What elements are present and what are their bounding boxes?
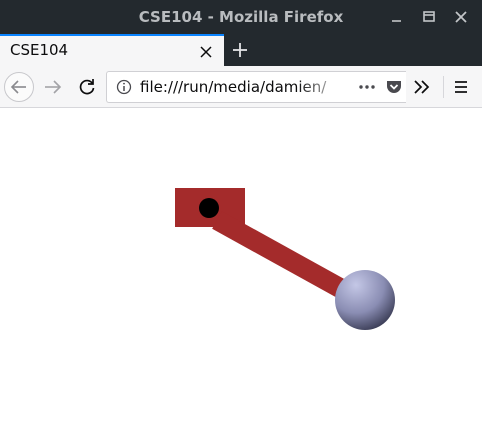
browser-window: CSE104 - Mozilla Firefox CSE104 file:///… (0, 0, 482, 445)
back-arrow-icon[interactable] (4, 72, 34, 102)
url-bar[interactable]: file:///run/media/damien/ (106, 71, 406, 103)
tab-close-icon[interactable] (199, 44, 213, 58)
overflow-icon[interactable] (412, 78, 432, 96)
tab-label: CSE104 (10, 41, 69, 59)
pocket-icon[interactable] (385, 78, 403, 96)
minimize-icon[interactable] (388, 8, 406, 26)
window-title: CSE104 - Mozilla Firefox (138, 8, 344, 26)
reload-icon[interactable] (72, 72, 102, 102)
url-fade (297, 72, 347, 102)
tab-strip: CSE104 (0, 34, 482, 66)
info-icon[interactable] (116, 79, 132, 95)
menu-icon[interactable] (452, 78, 470, 96)
maximize-icon[interactable] (420, 8, 438, 26)
pendulum-pivot (199, 198, 219, 218)
pendulum-arm (212, 211, 363, 307)
forward-arrow-icon[interactable] (38, 72, 68, 102)
tab-cse104[interactable]: CSE104 (0, 34, 224, 66)
toolbar-separator (443, 76, 444, 98)
pendulum-canvas (175, 188, 395, 330)
new-tab-icon[interactable] (230, 40, 250, 60)
page-content (0, 108, 482, 445)
page-actions-icon[interactable] (357, 79, 377, 95)
pendulum-bob[interactable] (335, 270, 395, 330)
navigation-toolbar: file:///run/media/damien/ (0, 66, 482, 108)
close-icon[interactable] (452, 8, 470, 26)
title-bar[interactable]: CSE104 - Mozilla Firefox (0, 0, 482, 34)
